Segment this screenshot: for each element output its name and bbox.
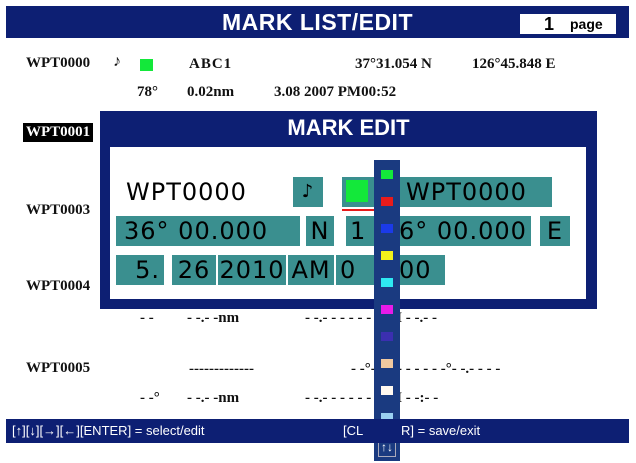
save-exit-hint-b: R] = save/exit [401,423,481,438]
cursor-underline [342,209,374,211]
date-ampm-field[interactable]: AM [288,255,334,285]
help-bar: [↑][↓][→][←][ENTER] = select/edit [CL R]… [6,419,629,443]
palette-swatch[interactable] [381,170,393,179]
list-item-date: - -.- - - - - - A M - -.- - [305,310,438,326]
list-item-name-selected[interactable]: WPT0001 [23,123,94,142]
mark-name-field[interactable]: WPT0000 [126,177,247,207]
longitude-hemisphere-field[interactable]: E [540,216,570,246]
page-indicator: 1 page [519,13,617,35]
palette-swatch[interactable] [381,386,393,395]
list-item-name[interactable]: WPT0005 [26,360,90,377]
time-minute-field[interactable]: 00 [399,255,445,285]
color-swatch [140,59,153,71]
list-item-lat: 37°31.054 N [355,56,432,72]
palette-swatch[interactable] [381,224,393,233]
mark-color-field[interactable] [342,177,374,207]
page-label: page [570,16,603,32]
latitude-field[interactable]: 36° 00.000 [116,216,300,246]
date-month-field[interactable]: 5. [116,255,164,285]
palette-swatch[interactable] [381,305,393,314]
list-item-lon: 126°45.848 E [472,56,556,72]
list-item-dist: 0.02nm [187,84,235,100]
list-item-name[interactable]: WPT0003 [26,202,90,219]
mark-comment-field[interactable]: WPT0000 [400,177,552,207]
palette-swatch[interactable] [381,251,393,260]
dialog-body: WPT0000 ♪ WPT0000 36° 00.000 N 1 6° 00.0… [110,147,586,299]
list-item-dist: - -.- -nm [187,310,240,326]
save-exit-hint-a: [CL [343,423,364,438]
dialog-title: MARK EDIT [287,115,410,140]
list-item-date: 3.08 2007 PM00:52 [274,84,397,100]
date-year-field[interactable]: 2010 [218,255,286,285]
list-item-dist: - -.- -nm [187,390,240,406]
title-bar: MARK LIST/EDIT 1 page [6,6,629,38]
palette-swatch[interactable] [381,197,393,206]
color-swatch [346,180,368,202]
page-number: 1 [544,14,555,34]
palette-swatch[interactable] [381,278,393,287]
palette-swatch[interactable] [381,332,393,341]
select-edit-hint: [↑][↓][→][←][ENTER] = select/edit [12,423,205,438]
list-item-bearing: - - [140,310,154,326]
mark-edit-dialog: MARK EDIT WPT0000 ♪ WPT0000 36° 00.000 N… [100,111,597,309]
color-palette[interactable]: ↑↓ [374,160,400,461]
list-item-label: ABC1 [189,56,233,72]
list-item-bearing: 78° [137,84,158,100]
list-item-label: ------------- [189,361,254,377]
date-day-field[interactable]: 26 [172,255,216,285]
list-item-name[interactable]: WPT0004 [26,278,90,295]
longitude-field-tail[interactable]: 6° 00.000 [399,216,531,246]
palette-swatch[interactable] [381,359,393,368]
screen: MARK LIST/EDIT 1 page WPT0000 ♪ ABC1 37°… [0,0,636,463]
list-item-date: - -.- - - - - - A M - -:- - [305,390,439,406]
flag-icon: ♪ [113,53,121,70]
list-item-name[interactable]: WPT0000 [26,55,90,72]
flag-icon[interactable]: ♪ [293,177,323,207]
list-item-bearing: - -° [140,390,160,406]
latitude-hemisphere-field[interactable]: N [306,216,334,246]
time-hour-field[interactable]: 0 [336,255,376,285]
